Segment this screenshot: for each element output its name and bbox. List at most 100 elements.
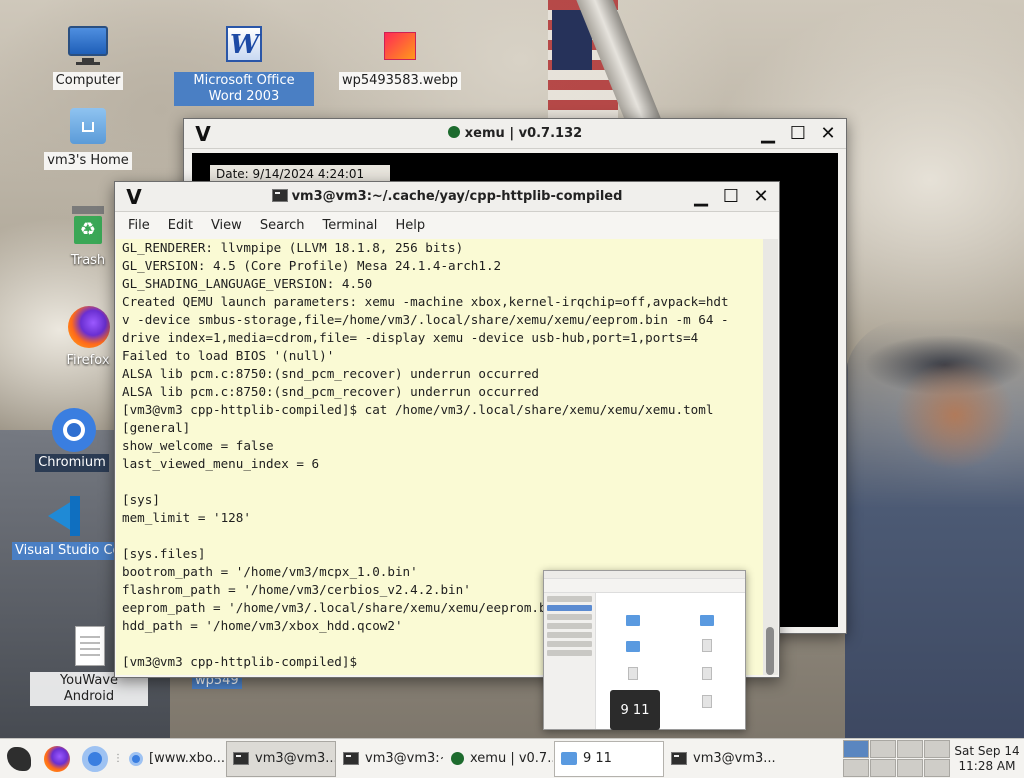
preview-toolbar	[544, 579, 745, 593]
task-label: vm3@vm3:~	[365, 751, 444, 766]
terminal-line: [sys.files]	[122, 546, 206, 561]
terminal-line: drive index=1,media=cdrom,file= -display…	[122, 330, 699, 345]
file-icon	[702, 667, 712, 680]
chromium-icon	[82, 745, 108, 772]
xemu-icon	[451, 752, 464, 765]
task-xemu[interactable]: xemu | v0.7...	[444, 741, 554, 777]
menu-view[interactable]: View	[202, 218, 251, 233]
terminal-scrollbar[interactable]	[763, 239, 778, 675]
app-menu-button[interactable]	[0, 740, 38, 778]
folder-icon	[700, 615, 714, 626]
terminal-line: v -device smbus-storage,file=/home/vm3/.…	[122, 312, 729, 327]
workspace-7[interactable]	[897, 759, 923, 777]
desktop-icon-chromium[interactable]: Chromium	[27, 406, 117, 472]
workspace-switcher[interactable]	[843, 740, 950, 777]
clock-date: Sat Sep 14	[954, 743, 1020, 758]
desktop-icon-home[interactable]: vm3's Home	[43, 104, 133, 170]
clock[interactable]: Sat Sep 14 11:28 AM	[950, 744, 1024, 774]
terminal-icon	[343, 752, 359, 765]
preview-sidebar	[544, 593, 596, 729]
workspace-5[interactable]	[843, 759, 869, 777]
workspace-1[interactable]	[843, 740, 869, 758]
terminal-line: GL_RENDERER: llvmpipe (LLVM 18.1.8, 256 …	[122, 240, 464, 255]
scrollbar-thumb[interactable]	[766, 627, 774, 675]
terminal-title-wrap: vm3@vm3:~/.cache/yay/cpp-httplib-compile…	[115, 189, 779, 204]
desktop-icon-label: Chromium	[35, 454, 109, 472]
chromium-launcher[interactable]	[76, 740, 114, 778]
terminal-titlebar[interactable]: V vm3@vm3:~/.cache/yay/cpp-httplib-compi…	[115, 182, 779, 212]
terminal-line: GL_SHADING_LANGUAGE_VERSION: 4.50	[122, 276, 373, 291]
preview-tooltip: 9 11	[610, 690, 660, 730]
desktop-icon-label: wp5493583.webp	[338, 72, 462, 90]
xemu-titlebar[interactable]: V xemu | v0.7.132 ▁ ☐ ✕	[184, 119, 846, 149]
close-button[interactable]: ✕	[816, 123, 840, 145]
terminal-line: ALSA lib pcm.c:8750:(snd_pcm_recover) un…	[122, 366, 540, 381]
workspace-2[interactable]	[870, 740, 896, 758]
task-terminal-3[interactable]: vm3@vm3...	[664, 741, 776, 777]
firefox-icon	[66, 304, 110, 348]
desktop-icon-label: Trash	[70, 253, 106, 268]
workspace-8[interactable]	[924, 759, 950, 777]
clock-time: 11:28 AM	[958, 758, 1016, 773]
folder-icon	[626, 641, 640, 652]
terminal-menubar: File Edit View Search Terminal Help	[115, 212, 779, 238]
terminal-icon	[271, 189, 288, 202]
desktop-icon-label: Computer	[52, 72, 124, 90]
workspace-3[interactable]	[897, 740, 923, 758]
task-label: vm3@vm3...	[255, 751, 336, 766]
desktop-icon-label: vm3's Home	[44, 152, 132, 170]
chromium-icon	[50, 406, 96, 452]
home-folder-icon	[66, 104, 110, 148]
terminal-line: mem_limit = '128'	[122, 510, 251, 525]
app-menu-icon	[7, 746, 31, 771]
preview-menubar	[544, 571, 745, 579]
task-terminal-2[interactable]: vm3@vm3:~	[336, 741, 444, 777]
menu-edit[interactable]: Edit	[159, 218, 202, 233]
trash-icon: ♻	[66, 204, 110, 248]
folder-icon	[561, 752, 577, 765]
workspace-6[interactable]	[870, 759, 896, 777]
terminal-icon	[671, 752, 687, 765]
desktop-icon-computer[interactable]: Computer	[43, 24, 133, 90]
desktop-icon-vscode[interactable]: Visual Studio Co	[12, 494, 116, 560]
word-icon: W	[222, 24, 266, 68]
desktop-icon-word[interactable]: W Microsoft Office Word 2003	[174, 24, 314, 106]
minimize-button[interactable]: ▁	[756, 123, 780, 145]
firefox-icon	[44, 745, 70, 772]
file-icon	[628, 667, 638, 680]
terminal-line: [vm3@vm3 cpp-httplib-compiled]$ cat /hom…	[122, 402, 714, 417]
window-menu-icon[interactable]: V	[190, 122, 216, 146]
window-menu-icon[interactable]: V	[121, 185, 147, 209]
taskbar: ⋮ [www.xbo... vm3@vm3... vm3@vm3:~ xemu …	[0, 738, 1024, 778]
menu-terminal[interactable]: Terminal	[313, 218, 386, 233]
task-terminal-1[interactable]: vm3@vm3...	[226, 740, 336, 777]
wallpaper-firefighter	[845, 320, 1024, 738]
task-label: vm3@vm3...	[693, 751, 776, 766]
terminal-line: last_viewed_menu_index = 6	[122, 456, 320, 471]
terminal-line: [general]	[122, 420, 191, 435]
minimize-button[interactable]: ▁	[689, 186, 713, 208]
task-chromium[interactable]: [www.xbo...	[122, 741, 226, 777]
xemu-app-icon	[447, 126, 460, 138]
xemu-title: xemu | v0.7.132	[464, 126, 583, 141]
file-icon	[702, 639, 712, 652]
desktop-icon-wallpaper-file[interactable]: wp5493583.webp	[338, 24, 462, 90]
task-label: [www.xbo...	[149, 751, 225, 766]
menu-search[interactable]: Search	[251, 218, 314, 233]
task-file-manager[interactable]: 9 11	[554, 740, 664, 777]
maximize-button[interactable]: ☐	[719, 186, 743, 208]
task-label: 9 11	[583, 751, 612, 766]
desktop-icon-label: Firefox	[66, 353, 110, 368]
firefox-launcher[interactable]	[38, 740, 76, 778]
workspace-4[interactable]	[924, 740, 950, 758]
vscode-icon	[42, 494, 86, 538]
task-label: xemu | v0.7...	[470, 751, 554, 766]
close-button[interactable]: ✕	[749, 186, 773, 208]
menu-help[interactable]: Help	[386, 218, 434, 233]
chromium-icon	[129, 751, 143, 766]
maximize-button[interactable]: ☐	[786, 123, 810, 145]
menu-file[interactable]: File	[119, 218, 159, 233]
monitor-icon	[66, 24, 110, 68]
terminal-line: Created QEMU launch parameters: xemu -ma…	[122, 294, 729, 309]
